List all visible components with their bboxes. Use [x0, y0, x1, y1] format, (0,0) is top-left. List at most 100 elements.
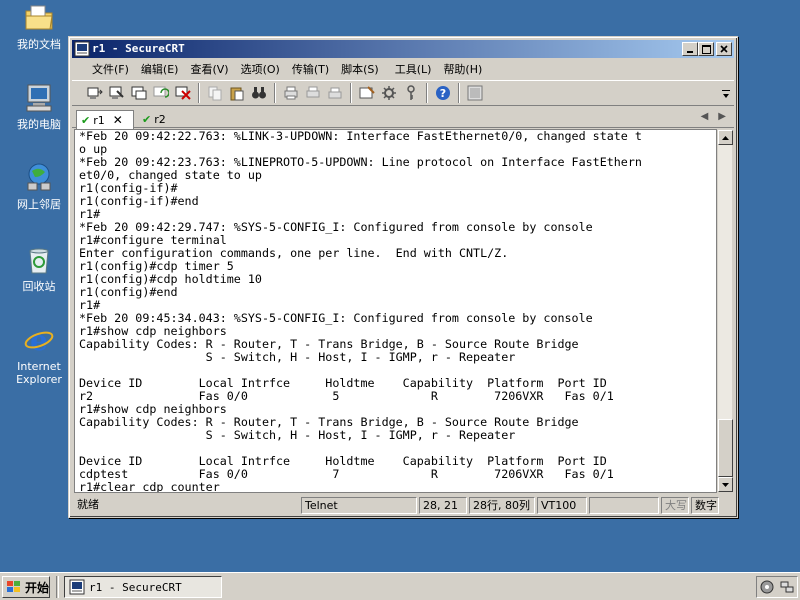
find-button[interactable] — [248, 82, 270, 104]
keymap-button[interactable] — [400, 82, 422, 104]
connected-check-icon: ✔ — [142, 112, 152, 126]
securecrt-app-icon — [69, 579, 85, 595]
print-button[interactable] — [324, 82, 346, 104]
desktop-icon-my-computer[interactable]: 我的电脑 — [2, 82, 76, 131]
terminal-line: r1(config-if)#end — [79, 194, 199, 208]
session-tabs: ✔ r1 ✕ ✔ r2 ◀ ▶ — [72, 108, 734, 129]
quick-connect-icon — [109, 86, 124, 99]
taskbar-item-securecrt[interactable]: r1 - SecureCRT — [64, 576, 222, 598]
menu-tools[interactable]: 工具(L) — [389, 61, 438, 77]
status-num: 数字 — [691, 497, 719, 514]
menu-file[interactable]: 文件(F) — [86, 61, 135, 77]
desktop-icon-recycle-bin[interactable]: 回收站 — [2, 244, 76, 293]
svg-text:e: e — [30, 324, 48, 356]
disconnect-icon — [175, 86, 191, 100]
disconnect-button[interactable] — [172, 82, 194, 104]
my-computer-icon — [23, 82, 55, 114]
tab-r1[interactable]: ✔ r1 ✕ — [76, 110, 134, 129]
maximize-button[interactable] — [698, 42, 714, 56]
recycle-bin-icon — [23, 244, 55, 276]
status-blank — [589, 497, 659, 514]
print-setup-icon — [284, 86, 298, 100]
tray-network-icon[interactable] — [780, 580, 794, 594]
print-setup-button[interactable] — [280, 82, 302, 104]
minimize-button[interactable] — [682, 42, 698, 56]
arrow-down-icon — [722, 482, 729, 487]
gear-icon — [382, 86, 396, 100]
taskbar: 开始 r1 - SecureCRT — [0, 572, 800, 600]
close-button[interactable] — [716, 42, 732, 56]
network-places-icon — [23, 162, 55, 194]
toolbar-separator — [426, 83, 428, 103]
print-selection-button[interactable] — [302, 82, 324, 104]
key-icon — [407, 85, 415, 100]
session-options-icon — [359, 86, 375, 99]
desktop-icon-label: 网上邻居 — [17, 198, 61, 211]
desktop-icon-internet-explorer[interactable]: e Internet Explorer — [2, 324, 76, 386]
menu-script[interactable]: 脚本(S) — [335, 61, 385, 77]
desktop-icon-network-places[interactable]: 网上邻居 — [2, 162, 76, 211]
vertical-scrollbar[interactable] — [717, 129, 733, 493]
scroll-down-button[interactable] — [718, 477, 733, 492]
copy-button[interactable] — [204, 82, 226, 104]
tab-close-icon[interactable]: ✕ — [113, 113, 123, 127]
quick-connect-button[interactable] — [106, 82, 128, 104]
toolbar-separator — [274, 83, 276, 103]
status-cursor: 28, 21 — [419, 497, 467, 514]
window-title: r1 - SecureCRT — [92, 42, 185, 55]
tab-r2[interactable]: ✔ r2 — [138, 110, 170, 128]
toolbar: ? — [72, 80, 734, 106]
screen-icon — [467, 85, 483, 101]
toolbar-separator — [350, 83, 352, 103]
start-button[interactable]: 开始 — [2, 576, 50, 598]
window-titlebar[interactable]: r1 - SecureCRT — [72, 40, 734, 58]
help-icon: ? — [436, 86, 450, 100]
global-options-button[interactable] — [378, 82, 400, 104]
scroll-thumb[interactable] — [718, 419, 733, 477]
desktop-icon-my-documents[interactable]: 我的文档 — [2, 2, 76, 51]
menu-options[interactable]: 选项(O) — [235, 61, 286, 77]
windows-logo-icon — [7, 581, 20, 592]
screenshot-button[interactable] — [464, 82, 486, 104]
print-selection-icon — [306, 86, 320, 98]
connect-tab-icon — [131, 86, 147, 100]
toolbar-overflow-icon[interactable] — [722, 89, 730, 99]
menu-edit[interactable]: 编辑(E) — [135, 61, 185, 77]
menu-view[interactable]: 查看(V) — [184, 61, 234, 77]
paste-button[interactable] — [226, 82, 248, 104]
status-bar: 就绪 Telnet 28, 21 28行, 80列 VT100 大写 数字 — [72, 496, 734, 515]
session-options-button[interactable] — [356, 82, 378, 104]
securecrt-app-icon — [74, 41, 90, 57]
tray-disk-icon[interactable] — [760, 580, 774, 594]
reconnect-button[interactable] — [150, 82, 172, 104]
my-documents-icon — [23, 2, 55, 34]
connected-check-icon: ✔ — [81, 113, 91, 127]
terminal-line: *Feb 20 09:42:22.763: %LINK-3-UPDOWN: In… — [79, 129, 642, 143]
securecrt-window: r1 - SecureCRT 文件(F) 编辑(E) 查看(V) 选项(O) 传… — [68, 36, 738, 518]
scroll-up-button[interactable] — [718, 130, 733, 145]
status-protocol: Telnet — [301, 497, 417, 514]
close-icon — [720, 45, 728, 53]
desktop-icon-label: 回收站 — [22, 280, 56, 293]
help-button[interactable]: ? — [432, 82, 454, 104]
toolbar-separator — [458, 83, 460, 103]
terminal-line: S - Switch, H - Host, I - IGMP, r - Repe… — [79, 350, 516, 364]
connect-tab-button[interactable] — [128, 82, 150, 104]
printer-icon — [328, 87, 342, 99]
menu-help[interactable]: 帮助(H) — [437, 61, 488, 77]
connect-button[interactable] — [84, 82, 106, 104]
terminal-screen[interactable]: *Feb 20 09:42:22.763: %LINK-3-UPDOWN: In… — [74, 129, 717, 493]
tab-scroll-right-icon[interactable]: ▶ — [718, 111, 726, 122]
svg-text:?: ? — [440, 87, 446, 100]
taskbar-item-label: r1 - SecureCRT — [89, 580, 182, 594]
reconnect-icon — [153, 86, 169, 98]
internet-explorer-icon: e — [23, 324, 55, 356]
status-caps: 大写 — [661, 497, 689, 514]
arrow-up-icon — [722, 135, 729, 140]
terminal-line: r1(config)#end — [79, 285, 178, 299]
system-tray — [756, 576, 798, 598]
copy-icon — [208, 86, 222, 101]
terminal-line: S - Switch, H - Host, I - IGMP, r - Repe… — [79, 428, 516, 442]
menu-transfer[interactable]: 传输(T) — [286, 61, 335, 77]
tab-scroll-left-icon[interactable]: ◀ — [701, 111, 709, 122]
